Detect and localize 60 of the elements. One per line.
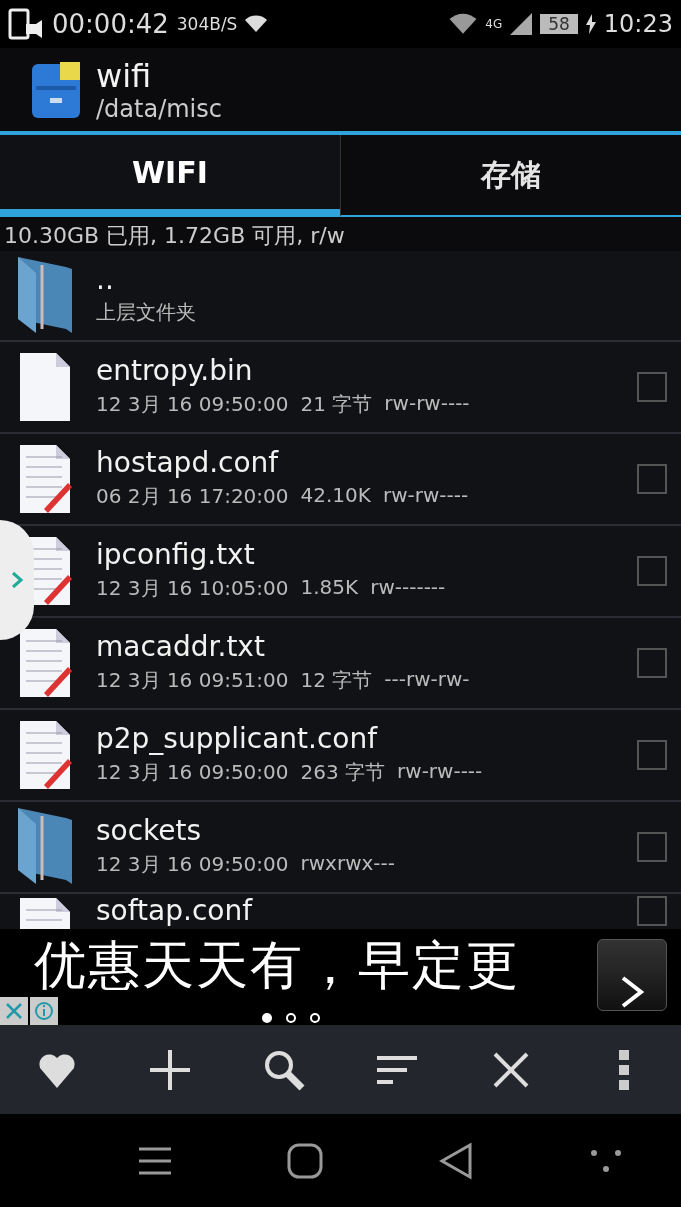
file-meta: 12 3月 16 09:50:00 xyxy=(96,850,289,878)
ad-next-button[interactable] xyxy=(597,939,667,1011)
file-name: entropy.bin xyxy=(96,356,254,387)
file-name: ipconfig.txt xyxy=(96,540,256,571)
file-name: sockets xyxy=(96,816,203,847)
file-name: hostapd.conf xyxy=(96,448,280,479)
folder-title: wifi xyxy=(96,56,153,95)
checkbox[interactable] xyxy=(637,372,667,402)
file-name: softap.conf xyxy=(96,896,254,927)
file-meta: 12 3月 16 09:51:00 xyxy=(96,666,289,694)
page-dot[interactable] xyxy=(310,1013,320,1023)
app-logo-icon xyxy=(30,59,82,120)
tab[interactable]: WIFI xyxy=(0,135,340,217)
checkbox[interactable] xyxy=(637,896,667,926)
recording-icon xyxy=(8,8,44,40)
page-dot[interactable] xyxy=(262,1013,272,1023)
storage-info: 10.30GB 已用, 1.72GB 可用, r/w xyxy=(3,222,346,250)
checkbox[interactable] xyxy=(637,648,667,678)
network-type: 4G xyxy=(485,17,503,31)
checkbox[interactable] xyxy=(637,464,667,494)
file-meta: 12 3月 16 09:50:00 xyxy=(96,390,289,418)
file-meta: 1.85K xyxy=(300,574,359,601)
tab[interactable]: 存储 xyxy=(340,135,681,217)
side-handle[interactable] xyxy=(0,520,34,640)
chevron-icon xyxy=(10,570,24,590)
signal-icon xyxy=(510,13,533,35)
file-meta: 21 字节 xyxy=(300,390,373,418)
file-meta: 263 字节 xyxy=(300,758,386,786)
file-meta: 12 3月 16 10:05:00 xyxy=(96,574,289,602)
wifi-icon xyxy=(245,15,268,33)
file-meta: rw-rw---- xyxy=(384,390,470,417)
info-icon xyxy=(34,1001,54,1021)
checkbox[interactable] xyxy=(637,556,667,586)
file-meta: 12 字节 xyxy=(300,666,373,694)
wifi-icon xyxy=(449,13,478,35)
network-speed: 304B/S xyxy=(176,14,238,34)
file-meta: 42.10K xyxy=(300,482,371,509)
file-meta: rwxrwx--- xyxy=(300,850,395,877)
close-icon xyxy=(5,1002,23,1020)
clock: 10:23 xyxy=(603,10,673,38)
file-name: p2p_supplicant.conf xyxy=(96,724,379,755)
checkbox[interactable] xyxy=(637,832,667,862)
add-icon[interactable] xyxy=(148,1047,193,1092)
ad-text: 优惠天天有，早定更 xyxy=(34,939,520,991)
file-meta: rw-rw---- xyxy=(382,482,469,509)
file-meta: 06 2月 16 17:20:00 xyxy=(96,482,289,510)
file-meta: 12 3月 16 09:50:00 xyxy=(96,758,289,786)
charging-icon xyxy=(585,14,596,34)
file-meta: rw------- xyxy=(370,574,446,601)
ad-banner[interactable]: 优惠天天有，早定更 xyxy=(0,929,681,1025)
file-meta: ---rw-rw- xyxy=(384,666,470,693)
recording-time: 00:00:42 xyxy=(52,9,169,39)
file-name: macaddr.txt xyxy=(96,632,266,663)
battery-level: 58 xyxy=(540,14,578,34)
folder-path: /data/misc xyxy=(96,94,222,123)
file-meta: rw-rw---- xyxy=(397,758,483,785)
file-name: .. xyxy=(96,264,115,296)
file-meta: 上层文件夹 xyxy=(96,299,196,327)
checkbox[interactable] xyxy=(637,740,667,770)
page-dot[interactable] xyxy=(286,1013,296,1023)
